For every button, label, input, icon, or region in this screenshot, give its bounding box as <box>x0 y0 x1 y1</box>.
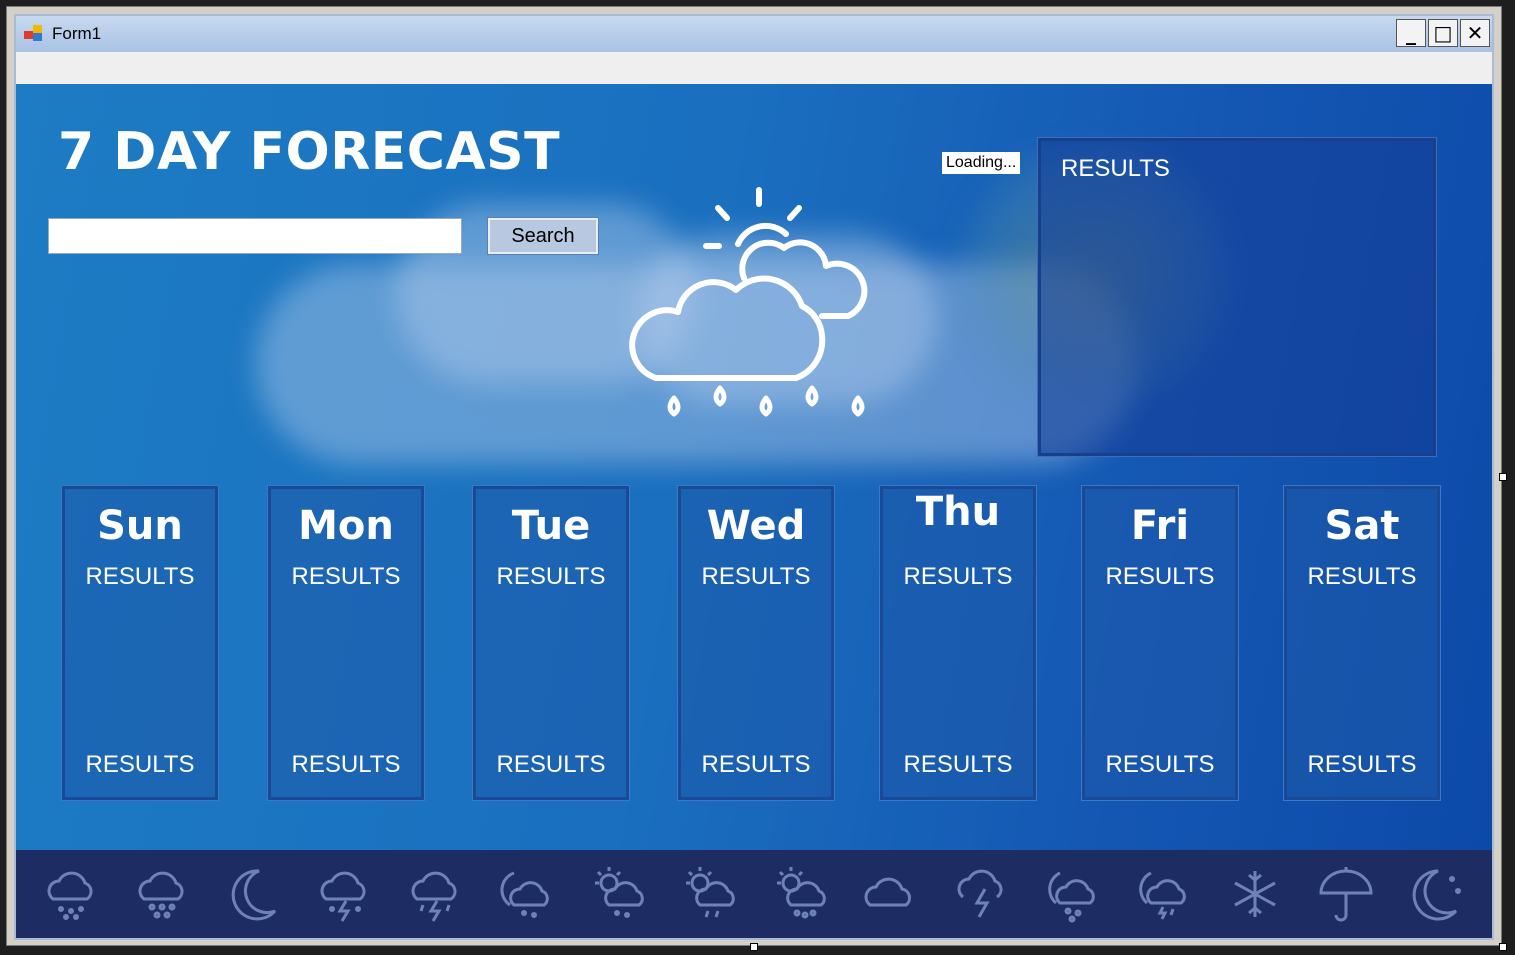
day-card-sun: Sun RESULTS RESULTS <box>61 485 219 801</box>
cloud-hail-icon <box>138 871 183 919</box>
menu-strip <box>16 52 1492 84</box>
day-results-top: RESULTS <box>85 563 195 590</box>
resize-handle-bottom[interactable] <box>750 943 758 951</box>
day-card-fri: Fri RESULTS RESULTS <box>1081 485 1239 801</box>
snowflake-icon <box>1233 871 1276 917</box>
cloud-moon-rain-icon <box>1138 871 1186 920</box>
app-icon <box>24 25 44 43</box>
day-results-bottom: RESULTS <box>496 751 606 778</box>
current-results-label: RESULTS <box>1061 155 1170 182</box>
day-name: Wed <box>706 503 806 549</box>
moon-icon <box>231 869 276 921</box>
day-name: Mon <box>298 503 394 549</box>
form-window: Form1 _ □ ✕ 7 DAY FORECAST Search Loadin… <box>14 14 1494 940</box>
day-name: Thu <box>915 489 1001 535</box>
cloud-thunder-icon <box>320 871 365 922</box>
search-button[interactable]: Search <box>487 217 599 255</box>
day-card-tue: Tue RESULTS RESULTS <box>472 485 630 801</box>
day-results-top: RESULTS <box>1105 563 1215 590</box>
cloud-thunder-icon <box>411 871 456 922</box>
cloud-rain-sun-icon <box>629 187 868 417</box>
cloud-moon-snow-icon <box>1047 871 1095 923</box>
day-card-mon: Mon RESULTS RESULTS <box>267 485 425 801</box>
day-card-sat: Sat RESULTS RESULTS <box>1283 485 1441 801</box>
day-results-bottom: RESULTS <box>1105 751 1215 778</box>
day-results-bottom: RESULTS <box>291 751 401 778</box>
day-name: Sat <box>1324 503 1400 549</box>
cloud-moon-icon <box>499 871 549 918</box>
sun-cloud-snow-icon <box>594 867 644 918</box>
day-name: Fri <box>1130 503 1190 549</box>
minimize-button[interactable]: _ <box>1396 19 1426 47</box>
cloud-snow-icon <box>47 871 92 920</box>
current-results-panel: RESULTS <box>1037 137 1437 457</box>
umbrella-icon <box>1318 867 1373 922</box>
day-name: Tue <box>511 503 591 549</box>
window-title: Form1 <box>52 24 102 43</box>
day-results-top: RESULTS <box>496 563 606 590</box>
search-input[interactable] <box>48 218 462 254</box>
cloud-icon <box>864 877 911 907</box>
day-results-bottom: RESULTS <box>1307 751 1417 778</box>
resize-handle-right[interactable] <box>1499 473 1507 481</box>
day-results-top: RESULTS <box>903 563 1013 590</box>
title-bar[interactable]: Form1 _ □ ✕ <box>16 16 1492 52</box>
close-button[interactable]: ✕ <box>1460 19 1490 47</box>
cloud-lightning-icon <box>957 869 1002 918</box>
weather-icon-strip <box>16 850 1492 938</box>
loading-label: Loading... <box>942 152 1021 174</box>
forecast-panel: 7 DAY FORECAST Search Loading... RESULTS… <box>16 84 1492 938</box>
resize-handle-corner[interactable] <box>1499 943 1507 951</box>
sun-cloud-snow-icon <box>776 867 826 919</box>
day-card-wed: Wed RESULTS RESULTS <box>677 485 835 801</box>
moon-stars-icon <box>1412 869 1461 921</box>
day-results-top: RESULTS <box>701 563 811 590</box>
day-results-bottom: RESULTS <box>701 751 811 778</box>
day-results-top: RESULTS <box>1307 563 1417 590</box>
day-card-thu: Thu RESULTS RESULTS <box>879 485 1037 801</box>
page-title: 7 DAY FORECAST <box>58 122 561 182</box>
day-name: Sun <box>97 503 183 549</box>
day-results-top: RESULTS <box>291 563 401 590</box>
day-results-bottom: RESULTS <box>85 751 195 778</box>
sun-cloud-rain-icon <box>685 867 735 918</box>
maximize-button[interactable]: □ <box>1428 19 1458 47</box>
day-results-bottom: RESULTS <box>903 751 1013 778</box>
